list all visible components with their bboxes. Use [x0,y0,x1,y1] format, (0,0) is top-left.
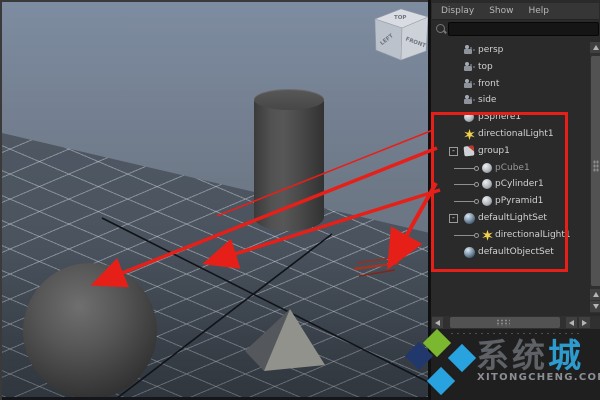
camera-icon [464,45,475,56]
left-arrow-icon [435,319,440,326]
tree-item[interactable]: side [431,92,588,109]
up-arrow-icon [593,292,599,297]
maya-window: TOP LEFT FRONT Display Show Help persp t… [0,0,600,400]
horizontal-scroll-thumb[interactable] [450,317,560,328]
scroll-up-button[interactable] [590,42,600,53]
camera-icon [464,95,475,106]
tree-item[interactable]: persp [431,42,588,59]
outliner-search-row [431,20,600,40]
viewport-3d[interactable]: TOP LEFT FRONT [0,0,430,400]
search-input[interactable] [448,22,599,36]
watermark-site-name: 系统城 [476,329,584,377]
menu-display[interactable]: Display [441,6,474,16]
search-icon [436,24,445,33]
scroll-left-button-2[interactable] [566,317,577,328]
watermark-name-gray: 系统 [476,336,548,375]
scroll-right-button[interactable] [579,317,590,328]
view-cube-top-label: TOP [394,15,406,21]
camera-icon [464,78,475,90]
scroll-up-button-2[interactable] [590,289,600,300]
pyramid-layer [245,309,325,371]
down-arrow-icon [593,304,599,309]
up-arrow-icon [593,45,599,50]
outliner-menubar: Display Show Help [432,3,599,20]
menu-show[interactable]: Show [489,6,513,16]
menu-help[interactable]: Help [528,6,549,16]
scroll-left-button[interactable] [432,317,443,328]
vertical-scrollbar[interactable] [590,42,600,313]
scroll-down-button[interactable] [590,301,600,312]
tree-item[interactable]: top [431,59,588,76]
horizontal-scrollbar[interactable] [432,316,600,329]
camera-icon [464,61,475,73]
watermark-name-blue: 城 [548,336,584,375]
view-cube[interactable]: TOP LEFT FRONT [370,6,434,68]
left-arrow-icon [569,319,574,326]
tree-item[interactable]: front [431,76,588,93]
watermark-url: XITONGCHENG.COM [477,372,600,383]
annotation-highlight-box [431,112,568,272]
right-arrow-icon [582,319,587,326]
vertical-scroll-thumb[interactable] [591,56,600,286]
